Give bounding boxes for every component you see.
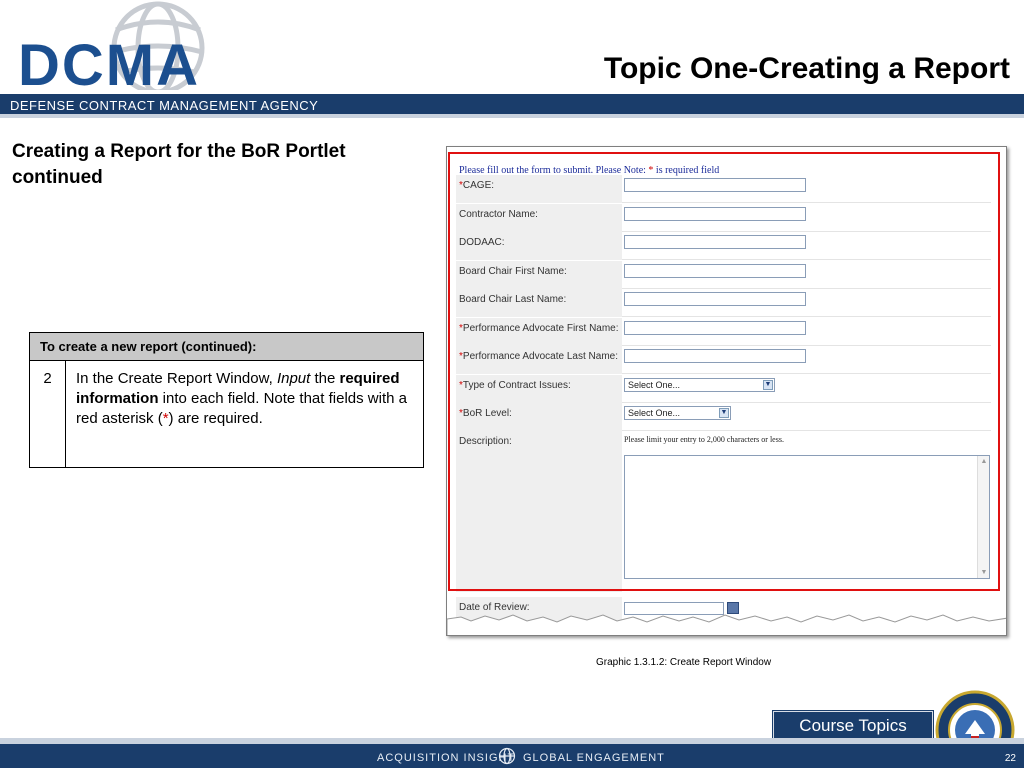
figure-caption: Graphic 1.3.1.2: Create Report Window — [596, 657, 772, 668]
form-row: DODAAC: — [456, 232, 991, 260]
footer-left-text: ACQUISITION INSIGHT — [377, 752, 516, 764]
globe-icon — [498, 747, 516, 765]
step-text-italic: Input — [276, 370, 311, 387]
create-report-screenshot: Please fill out the form to submit. Plea… — [446, 146, 1007, 636]
form-row: *CAGE: — [456, 175, 991, 203]
description-textarea[interactable]: ▲ ▼ — [624, 455, 990, 579]
select-value: Select One... — [628, 408, 681, 418]
field-label: Contractor Name: — [459, 208, 624, 232]
form-row: *Performance Advocate First Name: — [456, 317, 991, 346]
text-input[interactable] — [624, 349, 806, 363]
table-row: 2 In the Create Report Window, Input the… — [29, 360, 424, 468]
form-row: *Type of Contract Issues: Select One... ▼ — [456, 374, 991, 403]
form-row: *BoR Level: Select One... ▼ — [456, 403, 991, 431]
scroll-down-icon[interactable]: ▼ — [979, 568, 989, 577]
section-heading: Creating a Report for the BoR Portlet co… — [12, 141, 346, 188]
footer-right-text: GLOBAL ENGAGEMENT — [523, 752, 665, 764]
text-input[interactable] — [624, 206, 806, 221]
text-input[interactable] — [624, 178, 806, 192]
step-text: In the Create Report Window, Input the r… — [65, 360, 424, 468]
label-cell — [456, 428, 622, 592]
select-dropdown[interactable]: Select One... ▼ — [624, 377, 775, 392]
chevron-down-icon[interactable]: ▼ — [719, 408, 729, 418]
step-text-part: ) are required. — [168, 410, 263, 427]
text-input[interactable] — [624, 235, 806, 249]
text-input[interactable] — [624, 263, 806, 278]
agency-banner: DEFENSE CONTRACT MANAGEMENT AGENCY — [0, 94, 1024, 118]
table-header-row: To create a new report (continued): — [29, 332, 424, 361]
course-topics-button[interactable]: Course Topics — [772, 710, 934, 740]
field-label: *Performance Advocate Last Name: — [459, 350, 624, 374]
description-label: Description: — [459, 436, 512, 447]
select-value: Select One... — [628, 379, 681, 390]
textarea-scrollbar[interactable]: ▲ ▼ — [977, 456, 989, 578]
slide-title: Topic One-Creating a Report — [603, 52, 1010, 85]
field-label-text: Board Chair First Name: — [459, 265, 567, 277]
field-label-text: Performance Advocate First Name: — [462, 322, 619, 334]
table-header: To create a new report (continued): — [29, 332, 424, 361]
footer: ACQUISITION INSIGHT GLOBAL ENGAGEMENT 22 — [0, 744, 1024, 768]
description-row: Description: Please limit your entry to … — [456, 428, 991, 592]
logo-wordmark: DCMA — [18, 33, 200, 98]
field-label: DODAAC: — [459, 236, 624, 260]
form-row: Board Chair First Name: — [456, 260, 991, 289]
field-label-text: Type of Contract Issues: — [462, 379, 571, 391]
scroll-up-icon[interactable]: ▲ — [979, 457, 989, 466]
page-number: 22 — [1004, 753, 1016, 764]
field-label: Board Chair Last Name: — [459, 293, 624, 317]
chevron-down-icon[interactable]: ▼ — [763, 379, 773, 390]
field-label: *CAGE: — [459, 179, 624, 203]
text-input[interactable] — [624, 320, 806, 335]
text-input[interactable] — [624, 292, 806, 306]
description-note: Please limit your entry to 2,000 charact… — [624, 435, 784, 444]
field-label-text: BoR Level: — [462, 408, 512, 419]
field-label: *Performance Advocate First Name: — [459, 322, 624, 346]
step-text-part: the — [310, 370, 340, 387]
field-label-text: Performance Advocate Last Name: — [462, 351, 618, 362]
form-row: Contractor Name: — [456, 203, 991, 232]
select-dropdown[interactable]: Select One... ▼ — [624, 406, 731, 420]
field-label: Board Chair First Name: — [459, 265, 624, 289]
dcma-logo: DCMA — [8, 0, 248, 98]
field-label: *Type of Contract Issues: — [459, 379, 624, 403]
instruction-table: To create a new report (continued): 2 In… — [29, 332, 424, 468]
field-label-text: Board Chair Last Name: — [459, 294, 567, 305]
form-row: *Performance Advocate Last Name: — [456, 346, 991, 374]
field-label-text: CAGE: — [462, 180, 495, 191]
step-text-part: In the Create Report Window, — [76, 370, 277, 387]
step-number: 2 — [29, 360, 66, 468]
torn-edge — [447, 614, 1006, 635]
agency-name: DEFENSE CONTRACT MANAGEMENT AGENCY — [10, 98, 319, 113]
field-label-text: Contractor Name: — [459, 208, 538, 220]
form-row: Board Chair Last Name: — [456, 289, 991, 317]
field-label-text: DODAAC: — [459, 237, 505, 248]
